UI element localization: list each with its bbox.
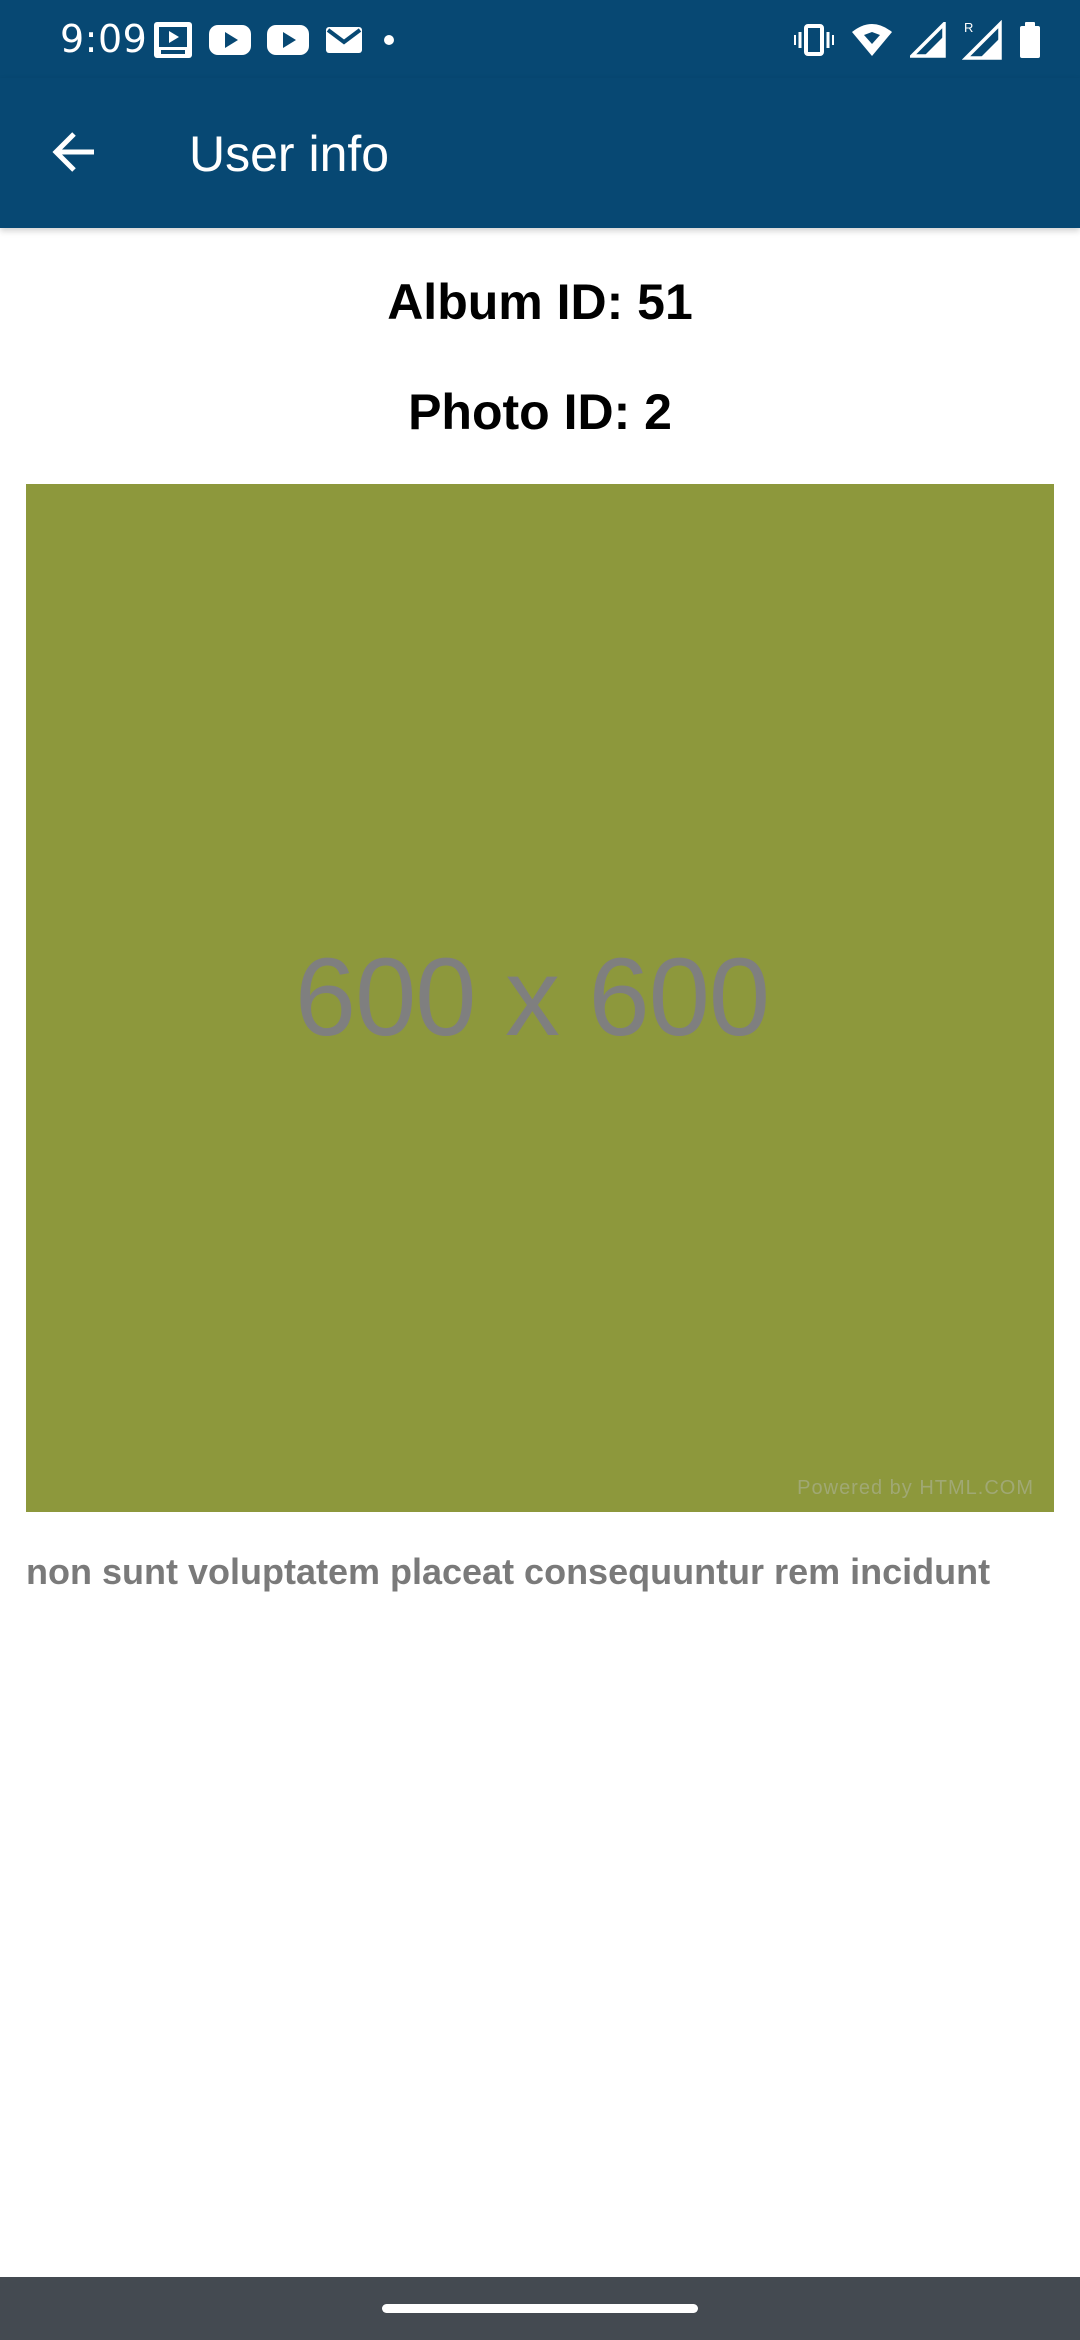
- arrow-back-icon: [50, 130, 98, 179]
- status-system-icons: R: [778, 18, 1042, 62]
- photo-powered-by-text: Powered by HTML.COM: [797, 1477, 1034, 1499]
- home-gesture-handle[interactable]: [382, 2304, 698, 2313]
- vibrate-icon: [794, 23, 834, 57]
- youtube-icon: [266, 23, 310, 57]
- photo-placeholder-size-text: 600 x 600: [294, 935, 770, 1059]
- album-id-label: Album ID: 51: [387, 274, 693, 330]
- gmail-icon: [324, 24, 364, 56]
- media-icon: [152, 20, 194, 60]
- dot-icon: [378, 29, 400, 51]
- status-notification-icons: [152, 20, 414, 60]
- status-bar: 9:09 R: [0, 0, 1080, 78]
- status-time: 9:09: [60, 17, 148, 61]
- page-title: User info: [189, 126, 390, 182]
- signal-roaming-icon: R: [962, 20, 1002, 60]
- youtube-icon: [208, 23, 252, 57]
- battery-icon: [1018, 21, 1042, 59]
- svg-text:R: R: [964, 20, 973, 35]
- wifi-icon: [850, 22, 894, 58]
- app-bar: User info: [0, 78, 1080, 228]
- user-info-screen: 9:09 R User info Album ID: 51 Photo ID: …: [0, 0, 1080, 2340]
- photo-id-label: Photo ID: 2: [408, 384, 672, 440]
- system-navigation-bar: [0, 2277, 1080, 2340]
- back-button[interactable]: [36, 120, 112, 188]
- photo-image: 600 x 600 Powered by HTML.COM: [26, 484, 1054, 1512]
- photo-title: non sunt voluptatem placeat consequuntur…: [26, 1551, 991, 1592]
- signal-icon: [910, 22, 946, 58]
